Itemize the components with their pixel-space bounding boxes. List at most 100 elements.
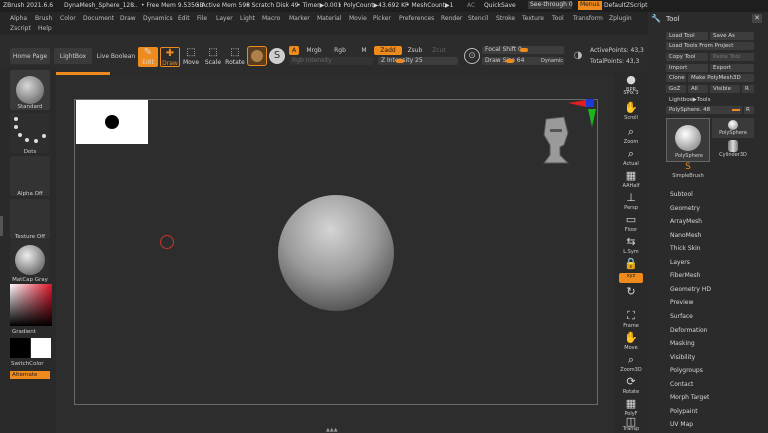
subpalette-masking[interactable]: Masking	[670, 340, 695, 347]
scale-button[interactable]: ⬚ Scale	[203, 47, 223, 66]
menus-button[interactable]: Menus	[578, 1, 602, 10]
d-icon[interactable]: ◑	[570, 48, 586, 64]
draw-button[interactable]: ✚ Draw	[160, 47, 180, 67]
paste-tool-button[interactable]: Paste Tool	[710, 53, 754, 61]
rgb-intensity-slider[interactable]: Rgb Intensity	[289, 57, 373, 65]
subpalette-morph-target[interactable]: Morph Target	[670, 394, 709, 401]
lsym-button[interactable]: ⇆ L.Sym	[619, 234, 643, 258]
transp-button[interactable]: ◫ Transp	[619, 416, 643, 433]
mrgb-button[interactable]: Mrgb	[301, 46, 327, 55]
scroll-button[interactable]: ✋ Scroll	[619, 100, 643, 124]
menu-zscript[interactable]: Zscript	[10, 25, 31, 32]
menu-edit[interactable]: Edit	[178, 15, 190, 22]
goz-visible-button[interactable]: Visible	[710, 85, 740, 93]
color-picker[interactable]	[10, 284, 52, 326]
menu-texture[interactable]: Texture	[522, 15, 544, 22]
subpalette-polypaint[interactable]: Polypaint	[670, 408, 698, 415]
draw-size-thumb[interactable]	[506, 59, 514, 63]
menu-dynamics[interactable]: Dynamics	[143, 15, 173, 22]
alpha-thumb[interactable]	[10, 156, 50, 196]
export-button[interactable]: Export	[710, 64, 754, 72]
rgb-button[interactable]: Rgb	[329, 46, 351, 55]
subpalette-polygroups[interactable]: Polygroups	[670, 367, 703, 374]
menu-preferences[interactable]: Preferences	[399, 15, 434, 22]
save-as-button[interactable]: Save As	[710, 32, 754, 40]
spix-slider[interactable]: SPix 3	[619, 90, 643, 100]
z-intensity-slider[interactable]: Z Intensity 25	[378, 57, 458, 65]
quicksave-button[interactable]: QuickSave	[484, 2, 516, 9]
goz-r-button[interactable]: R	[742, 85, 754, 93]
material-thumb[interactable]	[10, 240, 50, 280]
cylinder3d-thumb[interactable]: Cylinder3D	[712, 140, 754, 160]
close-icon[interactable]: ✕	[752, 14, 762, 23]
polysphere-thumb[interactable]: PolySphere	[712, 118, 754, 138]
subpalette-surface[interactable]: Surface	[670, 313, 693, 320]
menu-file[interactable]: File	[197, 15, 207, 22]
zoom3d-button[interactable]: ⌕ Zoom3D	[619, 352, 643, 376]
floor-button[interactable]: ▭ Floor	[619, 212, 643, 236]
sphere-mesh[interactable]	[278, 195, 394, 311]
subpalette-layers[interactable]: Layers	[670, 259, 690, 266]
xyz-button[interactable]: xyz	[619, 273, 643, 283]
zoom-button[interactable]: ⌕ Zoom	[619, 124, 643, 148]
canvas-viewport[interactable]: ▲▲▲	[56, 75, 614, 433]
menu-color[interactable]: Color	[60, 15, 76, 22]
subpalette-subtool[interactable]: Subtool	[670, 191, 693, 198]
menu-brush[interactable]: Brush	[35, 15, 52, 22]
subpalette-visibility[interactable]: Visibility	[670, 354, 695, 361]
live-boolean-button[interactable]: Live Boolean	[96, 48, 136, 64]
a-button[interactable]: A	[289, 46, 299, 55]
texture-thumb[interactable]	[10, 199, 50, 239]
polysphere-active-thumb[interactable]: PolySphere	[666, 118, 710, 162]
dynamic-toggle[interactable]: Dynamic	[541, 57, 563, 65]
import-button[interactable]: Import	[666, 64, 708, 72]
z-intensity-thumb[interactable]	[396, 59, 404, 63]
move-view-button[interactable]: ✋ Move	[619, 330, 643, 354]
subpalette-preview[interactable]: Preview	[670, 299, 693, 306]
subpalette-arraymesh[interactable]: ArrayMesh	[670, 218, 702, 225]
axis-gizmo[interactable]	[566, 97, 598, 131]
menu-document[interactable]: Document	[83, 15, 114, 22]
stroke-icon[interactable]: S	[269, 48, 285, 64]
menu-stroke[interactable]: Stroke	[496, 15, 515, 22]
default-zscript-button[interactable]: DefaultZScript	[604, 2, 647, 9]
copy-tool-button[interactable]: Copy Tool	[666, 53, 708, 61]
menu-alpha[interactable]: Alpha	[10, 15, 27, 22]
menu-layer[interactable]: Layer	[216, 15, 233, 22]
stroke-dots-thumb[interactable]	[10, 113, 50, 153]
menu-movie[interactable]: Movie	[349, 15, 367, 22]
subpalette-nanomesh[interactable]: NanoMesh	[670, 232, 701, 239]
menu-light[interactable]: Light	[240, 15, 255, 22]
focal-shift-thumb[interactable]	[520, 48, 528, 52]
subpalette-uv-map[interactable]: UV Map	[670, 421, 693, 428]
switch-color-button[interactable]: SwitchColor	[11, 361, 44, 367]
menu-material[interactable]: Material	[317, 15, 341, 22]
subpalette-geometry-hd[interactable]: Geometry HD	[670, 286, 711, 293]
secondary-color-swatch[interactable]	[31, 338, 51, 358]
rotate-button[interactable]: ⬚ Rotate	[225, 47, 245, 66]
menu-render[interactable]: Render	[441, 15, 462, 22]
goz-button[interactable]: GoZ	[666, 85, 686, 93]
zsub-button[interactable]: Zsub	[404, 46, 426, 55]
menu-tool[interactable]: Tool	[552, 15, 564, 22]
subpalette-geometry[interactable]: Geometry	[670, 205, 700, 212]
load-tools-from-project-button[interactable]: Load Tools From Project	[666, 42, 754, 50]
persp-button[interactable]: ⊥ Persp	[619, 190, 643, 214]
load-tool-button[interactable]: Load Tool	[666, 32, 708, 40]
lightbox-tools-button[interactable]: Lightbox▶Tools	[666, 96, 754, 104]
menu-picker[interactable]: Picker	[373, 15, 391, 22]
subpalette-fibermesh[interactable]: FiberMesh	[670, 272, 700, 279]
menu-marker[interactable]: Marker	[289, 15, 310, 22]
focal-shift-slider[interactable]: Focal Shift 0	[482, 46, 564, 54]
zcut-button[interactable]: Zcut	[428, 46, 450, 55]
menu-macro[interactable]: Macro	[262, 15, 280, 22]
goz-all-button[interactable]: All	[688, 85, 708, 93]
material-swatch[interactable]	[247, 46, 267, 66]
menu-help[interactable]: Help	[38, 25, 52, 32]
lightbox-button[interactable]: LightBox	[54, 48, 92, 64]
bottom-tray-handle[interactable]: ▲▲▲	[326, 427, 338, 433]
left-tray-handle[interactable]	[0, 216, 3, 236]
subpalette-deformation[interactable]: Deformation	[670, 327, 707, 334]
see-through-slider[interactable]: See-through 0	[528, 1, 573, 9]
actual-button[interactable]: ⌕ Actual	[619, 146, 643, 170]
